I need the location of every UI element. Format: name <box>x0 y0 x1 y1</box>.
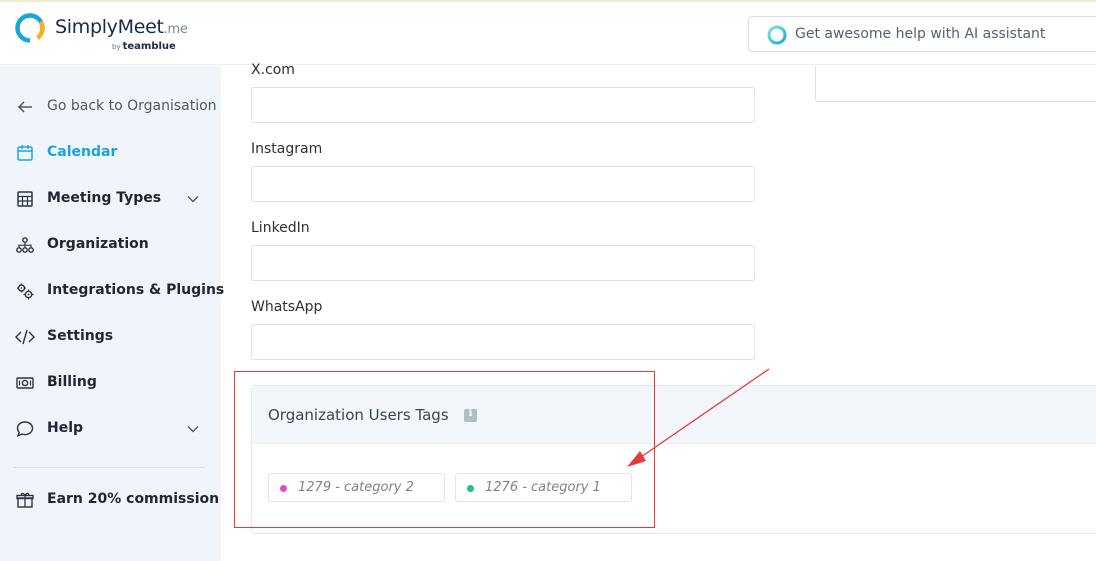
sidebar: Go back to Organisation Calendar Meeting… <box>0 66 225 561</box>
tags-card-header: Organization Users Tags i <box>252 386 1096 444</box>
whatsapp-input[interactable] <box>251 324 755 360</box>
org-chart-icon <box>16 237 34 253</box>
gift-icon <box>16 492 34 508</box>
sidebar-item-label: Settings <box>47 328 114 344</box>
right-column-input[interactable] <box>815 66 1096 102</box>
tag-chip[interactable]: 1279 - category 2 <box>268 473 445 502</box>
tag-color-dot <box>467 485 474 492</box>
linkedin-input[interactable] <box>251 245 755 281</box>
chat-bubble-icon <box>16 421 34 438</box>
sidebar-item-calendar[interactable]: Calendar <box>0 137 221 169</box>
sidebar-item-label: Earn 20% commission <box>47 491 220 507</box>
sidebar-item-label: Help <box>47 420 84 436</box>
sidebar-item-label: Organization <box>47 236 149 252</box>
tags-section-title: Organization Users Tags <box>268 406 449 424</box>
chevron-down-icon <box>187 426 199 433</box>
code-icon <box>15 329 35 345</box>
sidebar-divider <box>13 467 205 468</box>
sidebar-item-go-back[interactable]: Go back to Organisation <box>0 91 221 123</box>
tag-label: 1279 - category 2 <box>298 480 414 495</box>
chevron-down-icon <box>187 196 199 203</box>
ai-assistant-input[interactable]: Get awesome help with AI assistant <box>748 16 1096 52</box>
sidebar-item-meeting-types[interactable]: Meeting Types <box>0 183 221 215</box>
x-com-input[interactable] <box>251 87 755 123</box>
grid-calendar-icon <box>17 191 33 207</box>
sidebar-item-billing[interactable]: Billing <box>0 367 221 399</box>
instagram-input[interactable] <box>251 166 755 202</box>
tag-color-dot <box>280 485 287 492</box>
sidebar-item-integrations[interactable]: Integrations & Plugins <box>0 275 225 307</box>
x-com-label: X.com <box>251 62 295 78</box>
sidebar-item-label: Meeting Types <box>47 190 162 206</box>
ai-assistant-icon <box>767 25 787 45</box>
sidebar-item-help[interactable]: Help <box>0 413 221 445</box>
info-icon[interactable]: i <box>464 408 477 422</box>
ai-assistant-placeholder: Get awesome help with AI assistant <box>795 26 1046 42</box>
linkedin-label: LinkedIn <box>251 220 310 236</box>
sidebar-item-label: Integrations & Plugins <box>47 282 225 298</box>
app-header: SimplyMeet.me by teamblue Get awesome hel… <box>0 2 1096 65</box>
logo-wordmark: SimplyMeet.me <box>55 16 188 38</box>
cash-icon <box>16 377 34 389</box>
organization-users-tags-card: Organization Users Tags i 1279 - categor… <box>251 385 1096 534</box>
logo-byline: by teamblue <box>112 41 176 52</box>
logo-ring-icon <box>15 13 45 43</box>
sidebar-item-label: Billing <box>47 374 97 390</box>
whatsapp-label: WhatsApp <box>251 299 323 315</box>
instagram-label: Instagram <box>251 141 323 157</box>
tag-label: 1276 - category 1 <box>485 480 601 495</box>
sidebar-item-organization[interactable]: Organization <box>0 229 221 261</box>
simplymeet-logo[interactable]: SimplyMeet.me by teamblue <box>14 12 204 58</box>
sidebar-item-label: Calendar <box>47 144 118 160</box>
tag-chip[interactable]: 1276 - category 1 <box>455 473 632 502</box>
sidebar-item-settings[interactable]: Settings <box>0 321 221 353</box>
arrow-left-icon <box>17 101 32 113</box>
gears-icon <box>17 283 34 300</box>
sidebar-item-earn-commission[interactable]: Earn 20% commission <box>0 484 221 516</box>
sidebar-item-label: Go back to Organisation <box>47 98 217 114</box>
calendar-icon <box>17 145 33 161</box>
